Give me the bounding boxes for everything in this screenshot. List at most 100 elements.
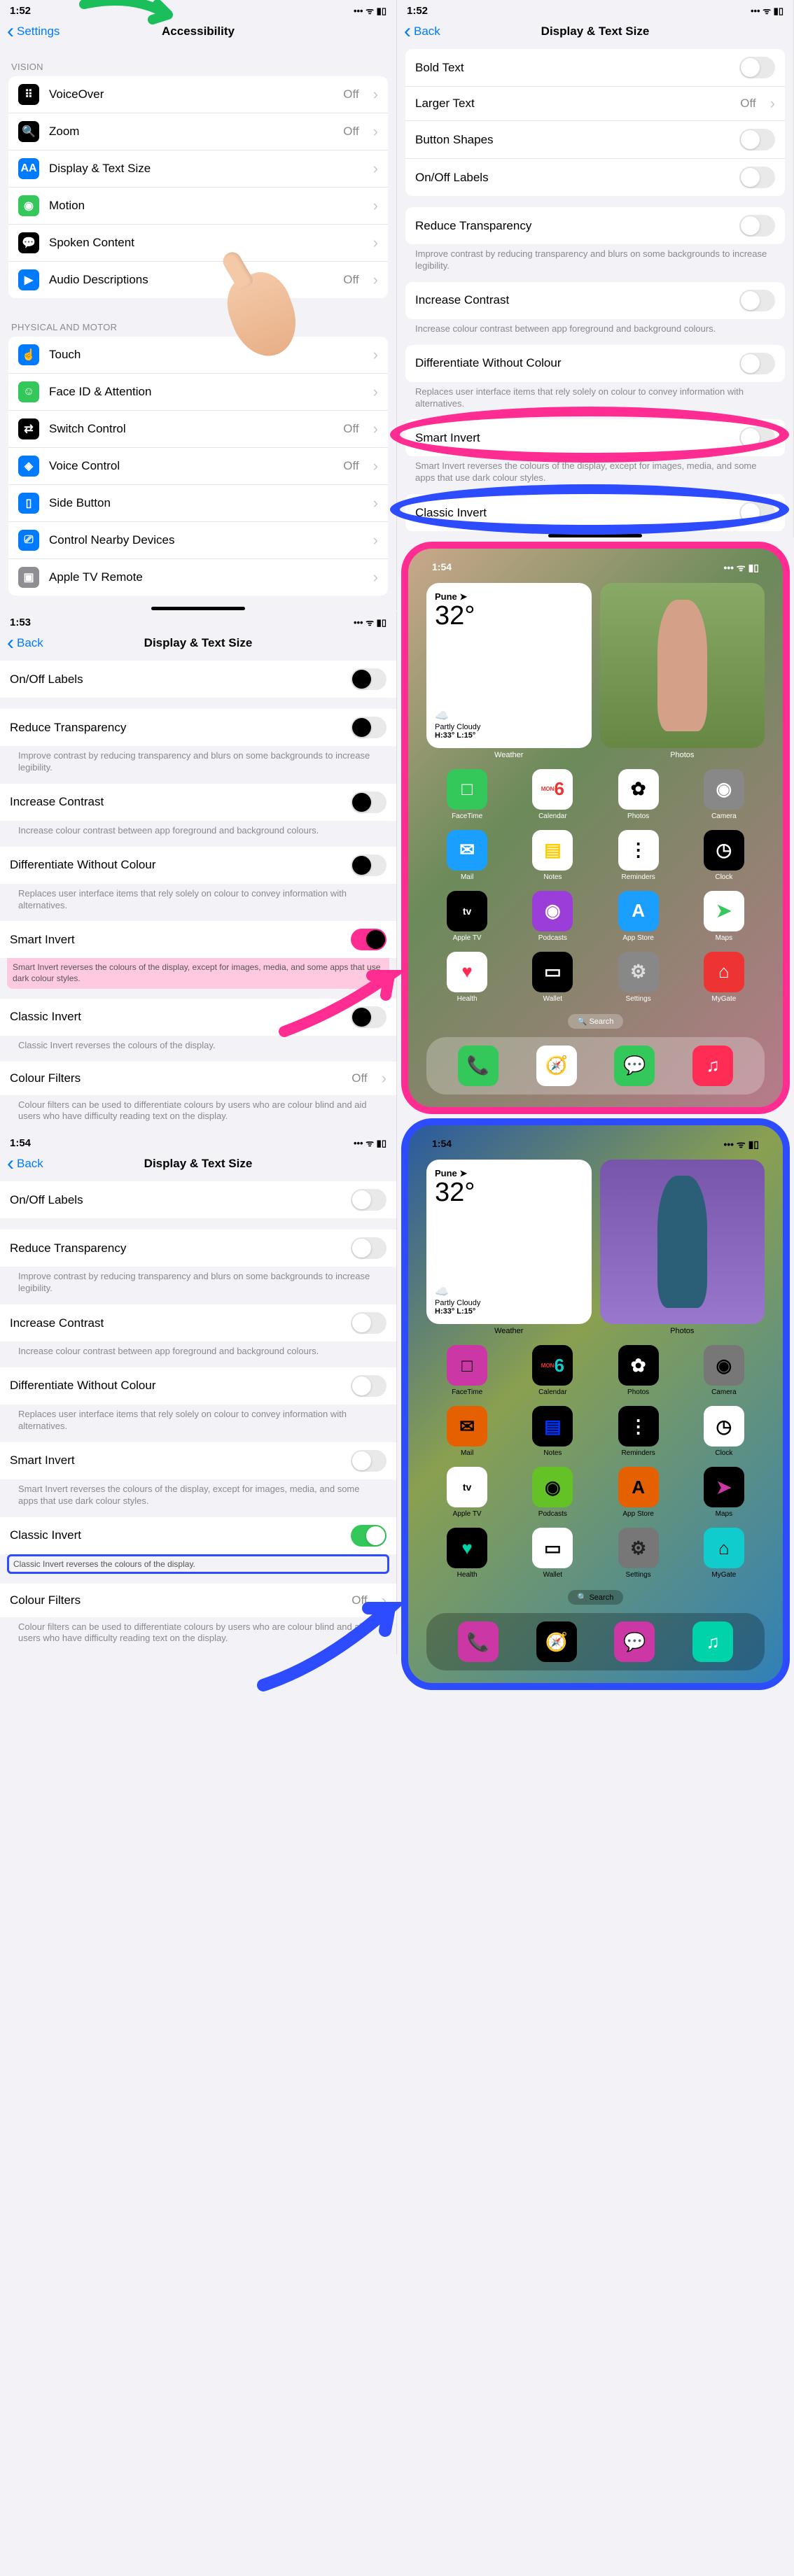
dock-app[interactable]: 📞 bbox=[458, 1621, 499, 1662]
dwc-toggle[interactable] bbox=[351, 1375, 386, 1397]
back-button[interactable]: Back bbox=[7, 1157, 43, 1171]
dwc-toggle[interactable] bbox=[351, 854, 386, 876]
classic-invert-toggle[interactable] bbox=[351, 1525, 386, 1547]
differentiate-colour-row[interactable]: Differentiate Without Colour bbox=[405, 345, 785, 382]
app-notes[interactable]: ▤Notes bbox=[516, 830, 589, 881]
ic-toggle[interactable] bbox=[351, 1312, 386, 1334]
app-maps[interactable]: ➤Maps bbox=[688, 891, 760, 942]
voice-control-row[interactable]: ◈ Voice Control Off bbox=[8, 448, 388, 485]
app-apple-tv[interactable]: tvApple TV bbox=[431, 891, 503, 942]
onoff-labels-row[interactable]: On/Off Labels bbox=[0, 1181, 396, 1218]
back-button[interactable]: Back bbox=[404, 24, 440, 38]
photos-widget[interactable] bbox=[600, 1160, 765, 1325]
app-app-store[interactable]: AApp Store bbox=[602, 891, 675, 942]
faceid-row[interactable]: ☺ Face ID & Attention bbox=[8, 374, 388, 411]
app-mygate[interactable]: ⌂MyGate bbox=[688, 1528, 760, 1579]
app-apple-tv[interactable]: tvApple TV bbox=[431, 1467, 503, 1518]
app-settings[interactable]: ⚙Settings bbox=[602, 1528, 675, 1579]
smart-invert-row[interactable]: Smart Invert bbox=[0, 921, 396, 958]
app-calendar[interactable]: MON6Calendar bbox=[516, 1345, 589, 1396]
bold-text-toggle[interactable] bbox=[739, 57, 775, 78]
button-shapes-toggle[interactable] bbox=[739, 129, 775, 150]
search-pill[interactable]: 🔍 Search bbox=[568, 1014, 624, 1029]
apple-tv-remote-row[interactable]: ▣ Apple TV Remote bbox=[8, 559, 388, 596]
onoff-toggle[interactable] bbox=[739, 167, 775, 188]
smart-invert-row[interactable]: Smart Invert bbox=[0, 1442, 396, 1479]
photos-widget[interactable] bbox=[600, 583, 765, 748]
rt-toggle[interactable] bbox=[351, 1237, 386, 1259]
onoff-toggle[interactable] bbox=[351, 668, 386, 690]
app-clock[interactable]: ◷Clock bbox=[688, 1406, 760, 1457]
onoff-labels-row[interactable]: On/Off Labels bbox=[0, 661, 396, 698]
zoom-row[interactable]: 🔍 Zoom Off bbox=[8, 113, 388, 150]
app-health[interactable]: ♥Health bbox=[431, 952, 503, 1003]
dock-app[interactable]: 🧭 bbox=[536, 1046, 577, 1086]
audio-descriptions-row[interactable]: ▶ Audio Descriptions Off bbox=[8, 262, 388, 298]
differentiate-colour-row[interactable]: Differentiate Without Colour bbox=[0, 1367, 396, 1405]
rt-toggle[interactable] bbox=[739, 215, 775, 237]
app-wallet[interactable]: ▭Wallet bbox=[516, 1528, 589, 1579]
nearby-row[interactable]: ⎚ Control Nearby Devices bbox=[8, 522, 388, 559]
home-indicator[interactable] bbox=[548, 534, 642, 537]
display-text-size-row[interactable]: AA Display & Text Size bbox=[8, 150, 388, 188]
increase-contrast-row[interactable]: Increase Contrast bbox=[405, 282, 785, 319]
app-health[interactable]: ♥Health bbox=[431, 1528, 503, 1579]
dwc-toggle[interactable] bbox=[739, 353, 775, 374]
button-shapes-row[interactable]: Button Shapes bbox=[405, 121, 785, 159]
ic-toggle[interactable] bbox=[351, 791, 386, 813]
classic-invert-toggle[interactable] bbox=[739, 502, 775, 523]
rt-toggle[interactable] bbox=[351, 717, 386, 738]
app-camera[interactable]: ◉Camera bbox=[688, 1345, 760, 1396]
app-podcasts[interactable]: ◉Podcasts bbox=[516, 1467, 589, 1518]
dock-app[interactable]: 💬 bbox=[614, 1621, 655, 1662]
back-button[interactable]: Settings bbox=[7, 24, 60, 38]
classic-invert-row[interactable]: Classic Invert bbox=[0, 1517, 396, 1554]
reduce-transparency-row[interactable]: Reduce Transparency bbox=[405, 207, 785, 244]
app-wallet[interactable]: ▭Wallet bbox=[516, 952, 589, 1003]
ic-toggle[interactable] bbox=[739, 290, 775, 311]
dock-app[interactable]: 📞 bbox=[458, 1046, 499, 1086]
increase-contrast-row[interactable]: Increase Contrast bbox=[0, 784, 396, 821]
side-button-row[interactable]: ▯ Side Button bbox=[8, 485, 388, 522]
app-app-store[interactable]: AApp Store bbox=[602, 1467, 675, 1518]
app-mygate[interactable]: ⌂MyGate bbox=[688, 952, 760, 1003]
weather-widget[interactable]: Pune ➤ 32° ☁️ Partly Cloudy H:33° L:15° bbox=[426, 1160, 592, 1325]
smart-invert-row[interactable]: Smart Invert bbox=[405, 419, 785, 456]
motion-row[interactable]: ◉ Motion bbox=[8, 188, 388, 225]
dock-app[interactable]: 💬 bbox=[614, 1046, 655, 1086]
dock-app[interactable]: ♫ bbox=[692, 1621, 733, 1662]
app-reminders[interactable]: ⋮Reminders bbox=[602, 830, 675, 881]
app-photos[interactable]: ✿Photos bbox=[602, 1345, 675, 1396]
smart-invert-toggle[interactable] bbox=[351, 929, 386, 950]
smart-invert-toggle[interactable] bbox=[351, 1450, 386, 1472]
search-pill[interactable]: 🔍 Search bbox=[568, 1590, 624, 1605]
reduce-transparency-row[interactable]: Reduce Transparency bbox=[0, 709, 396, 746]
spoken-content-row[interactable]: 💬 Spoken Content bbox=[8, 225, 388, 262]
app-settings[interactable]: ⚙Settings bbox=[602, 952, 675, 1003]
app-mail[interactable]: ✉Mail bbox=[431, 830, 503, 881]
back-button[interactable]: Back bbox=[7, 636, 43, 650]
app-reminders[interactable]: ⋮Reminders bbox=[602, 1406, 675, 1457]
differentiate-colour-row[interactable]: Differentiate Without Colour bbox=[0, 847, 396, 884]
app-calendar[interactable]: MON6Calendar bbox=[516, 769, 589, 820]
smart-invert-toggle[interactable] bbox=[739, 427, 775, 449]
onoff-labels-row[interactable]: On/Off Labels bbox=[405, 159, 785, 196]
larger-text-row[interactable]: Larger Text Off bbox=[405, 87, 785, 121]
increase-contrast-row[interactable]: Increase Contrast bbox=[0, 1304, 396, 1342]
voiceover-row[interactable]: ⠿ VoiceOver Off bbox=[8, 76, 388, 113]
weather-widget[interactable]: Pune ➤ 32° ☁️ Partly Cloudy H:33° L:15° bbox=[426, 583, 592, 748]
app-facetime[interactable]: □FaceTime bbox=[431, 1345, 503, 1396]
touch-row[interactable]: ☝ Touch bbox=[8, 337, 388, 374]
reduce-transparency-row[interactable]: Reduce Transparency bbox=[0, 1230, 396, 1267]
app-notes[interactable]: ▤Notes bbox=[516, 1406, 589, 1457]
onoff-toggle[interactable] bbox=[351, 1189, 386, 1211]
home-indicator[interactable] bbox=[151, 607, 245, 610]
app-photos[interactable]: ✿Photos bbox=[602, 769, 675, 820]
app-camera[interactable]: ◉Camera bbox=[688, 769, 760, 820]
app-mail[interactable]: ✉Mail bbox=[431, 1406, 503, 1457]
app-podcasts[interactable]: ◉Podcasts bbox=[516, 891, 589, 942]
dock-app[interactable]: 🧭 bbox=[536, 1621, 577, 1662]
app-facetime[interactable]: □FaceTime bbox=[431, 769, 503, 820]
bold-text-row[interactable]: Bold Text bbox=[405, 49, 785, 87]
app-maps[interactable]: ➤Maps bbox=[688, 1467, 760, 1518]
